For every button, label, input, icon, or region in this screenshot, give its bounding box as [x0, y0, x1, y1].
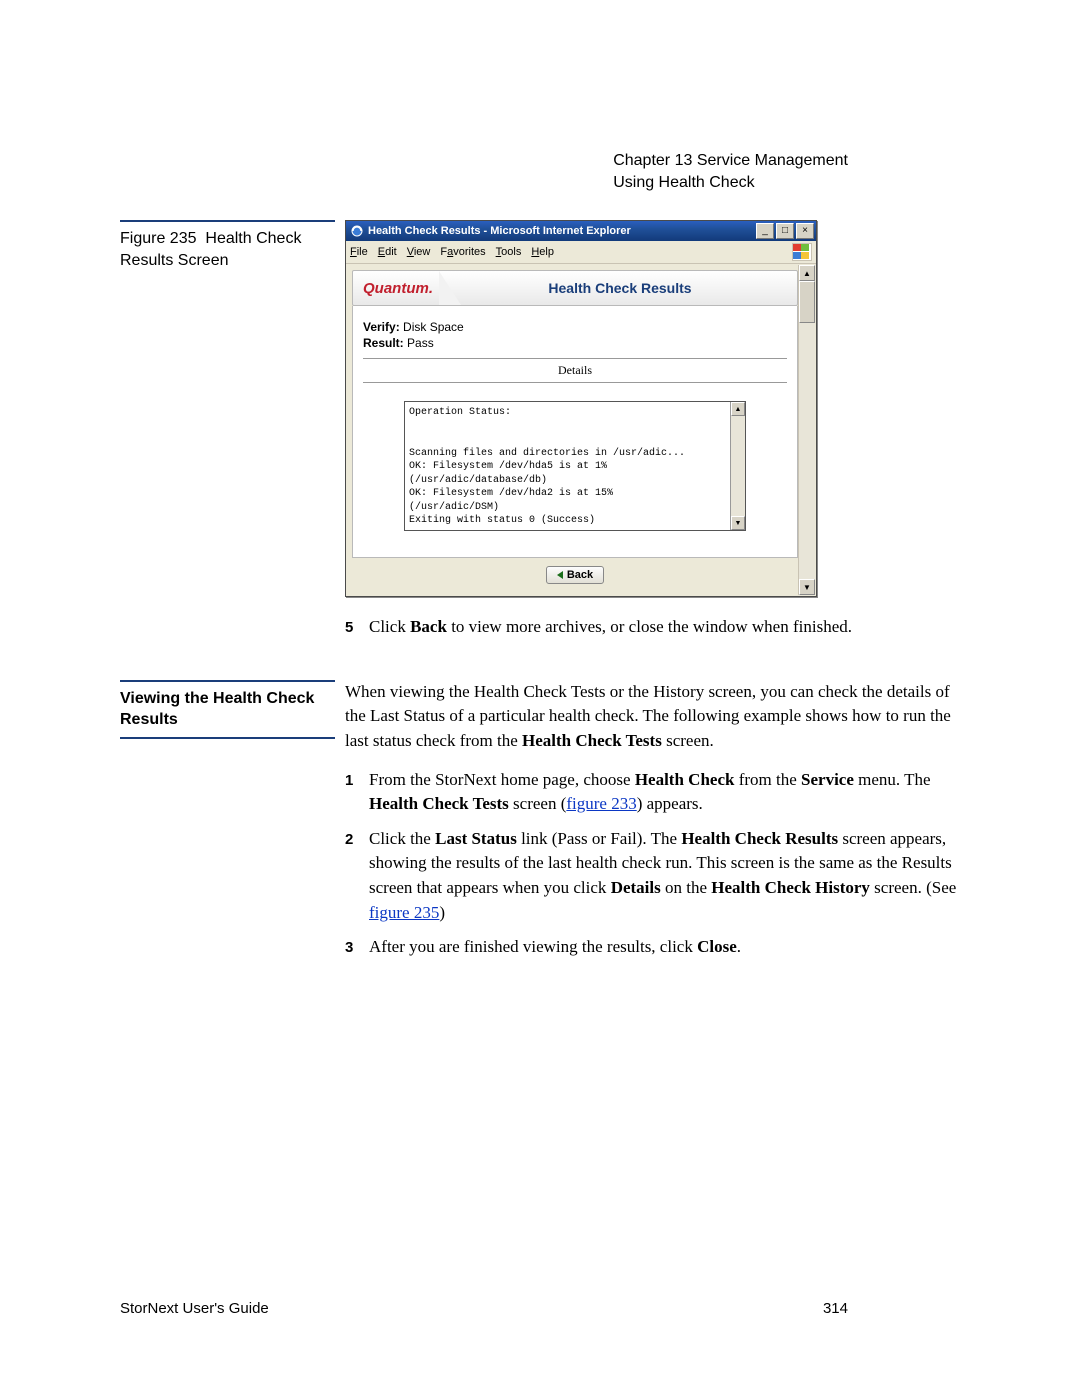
browser-window: Health Check Results - Microsoft Interne…: [345, 220, 817, 597]
menu-favorites[interactable]: Favorites: [440, 246, 485, 258]
scroll-track[interactable]: [731, 416, 745, 516]
caption-rule: [120, 220, 335, 222]
details-label: Details: [363, 363, 787, 378]
figure-col: Health Check Results - Microsoft Interne…: [345, 220, 970, 650]
window-buttons: _ □ ×: [754, 223, 814, 239]
section-rule: [120, 680, 335, 682]
section-body: When viewing the Health Check Tests or t…: [345, 680, 970, 970]
section-rule-bottom: [120, 737, 335, 739]
menu-help[interactable]: Help: [531, 246, 554, 258]
back-button[interactable]: Back: [546, 566, 604, 584]
result-label: Result:: [363, 336, 404, 350]
window-scrollbar[interactable]: ▲ ▼: [798, 265, 815, 595]
ie-icon: [350, 224, 364, 238]
page-footer: StorNext User's Guide 314: [120, 1300, 848, 1317]
step-text: Click the Last Status link (Pass or Fail…: [369, 827, 970, 926]
client-area: ▲ ▼ Quantum. Health Check Results Verify…: [346, 264, 816, 596]
figure-number: Figure 235: [120, 230, 197, 247]
figure-caption: Figure 235 Health Check Results Screen: [120, 228, 335, 271]
maximize-button[interactable]: □: [776, 223, 794, 239]
figure-link[interactable]: figure 233: [566, 794, 636, 813]
menu-file[interactable]: File: [350, 246, 368, 258]
step-number: 2: [345, 827, 369, 926]
page-header: Chapter 13 Service Management Using Heal…: [613, 150, 848, 193]
step-number: 3: [345, 935, 369, 960]
chapter-label: Chapter 13 Service Management: [613, 150, 848, 172]
banner-sep: [439, 271, 461, 305]
output-text: Operation Status: Scanning files and dir…: [405, 402, 745, 530]
scroll-down-icon[interactable]: ▼: [731, 516, 745, 530]
step-number: 5: [345, 615, 369, 640]
step: 2Click the Last Status link (Pass or Fai…: [345, 827, 970, 926]
windows-logo-icon: [792, 243, 812, 261]
brand-logo: Quantum.: [353, 271, 447, 305]
scroll-track[interactable]: [799, 281, 815, 579]
step-5-block: 5 Click Back to view more archives, or c…: [345, 615, 970, 640]
menu-tools[interactable]: Tools: [496, 246, 522, 258]
divider: [363, 358, 787, 359]
back-label: Back: [567, 569, 593, 581]
section-heading: Viewing the Health Check Results: [120, 688, 335, 731]
results-panel: Verify: Disk Space Result: Pass Details …: [352, 306, 798, 558]
step: 1From the StorNext home page, choose Hea…: [345, 768, 970, 817]
step-5: 5 Click Back to view more archives, or c…: [345, 615, 970, 640]
footer-left: StorNext User's Guide: [120, 1300, 269, 1317]
footer-right: 314: [823, 1300, 848, 1317]
verify-row: Verify: Disk Space: [363, 320, 787, 334]
menu-view[interactable]: View: [407, 246, 431, 258]
menu-edit[interactable]: Edit: [378, 246, 397, 258]
section-row: Viewing the Health Check Results When vi…: [120, 680, 970, 970]
scroll-up-icon[interactable]: ▲: [731, 402, 745, 416]
menubar: File Edit View Favorites Tools Help: [346, 241, 816, 264]
figure-row: Figure 235 Health Check Results Screen H…: [120, 220, 970, 650]
minimize-button[interactable]: _: [756, 223, 774, 239]
step-text: Click Back to view more archives, or clo…: [369, 615, 970, 640]
verify-label: Verify:: [363, 320, 400, 334]
page: Chapter 13 Service Management Using Heal…: [0, 0, 1080, 1397]
section-heading-col: Viewing the Health Check Results: [120, 680, 345, 970]
window-title: Health Check Results - Microsoft Interne…: [368, 225, 754, 237]
scroll-up-icon[interactable]: ▲: [799, 265, 815, 281]
section-label: Using Health Check: [613, 172, 848, 194]
verify-value: Disk Space: [403, 320, 464, 334]
figure-link[interactable]: figure 235: [369, 903, 439, 922]
scroll-down-icon[interactable]: ▼: [799, 579, 815, 595]
steps-list: 1From the StorNext home page, choose Hea…: [345, 768, 970, 960]
result-value: Pass: [407, 336, 434, 350]
page-banner: Quantum. Health Check Results: [352, 270, 798, 306]
scroll-thumb[interactable]: [799, 281, 815, 323]
step-number: 1: [345, 768, 369, 817]
close-button[interactable]: ×: [796, 223, 814, 239]
figure-caption-col: Figure 235 Health Check Results Screen: [120, 220, 345, 650]
result-row: Result: Pass: [363, 336, 787, 350]
back-bar: Back: [352, 558, 798, 586]
back-arrow-icon: [557, 571, 563, 579]
section-intro: When viewing the Health Check Tests or t…: [345, 680, 970, 754]
step: 3After you are finished viewing the resu…: [345, 935, 970, 960]
output-scrollbar[interactable]: ▲ ▼: [730, 402, 745, 530]
banner-title: Health Check Results: [461, 280, 797, 296]
step-text: From the StorNext home page, choose Heal…: [369, 768, 970, 817]
window-titlebar: Health Check Results - Microsoft Interne…: [346, 221, 816, 241]
step-text: After you are finished viewing the resul…: [369, 935, 970, 960]
output-box: Operation Status: Scanning files and dir…: [404, 401, 746, 531]
divider: [363, 382, 787, 383]
